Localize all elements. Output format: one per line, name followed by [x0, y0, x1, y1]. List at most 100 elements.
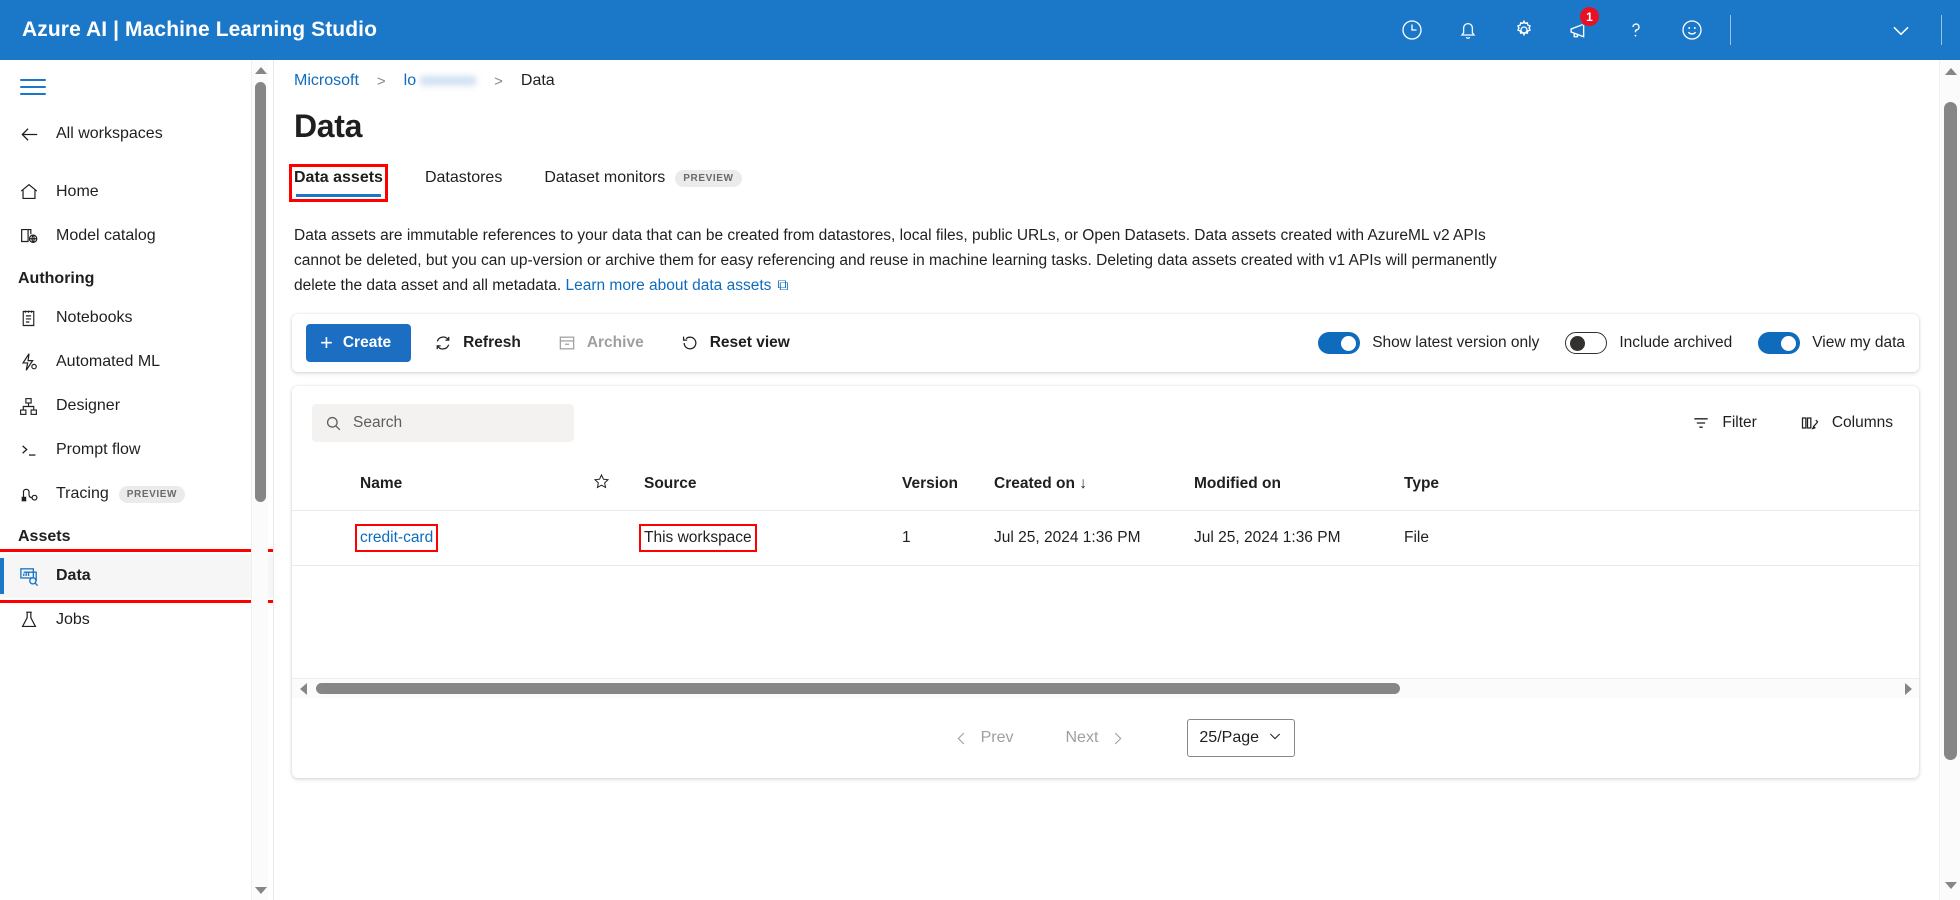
- scroll-right-icon[interactable]: [1897, 683, 1919, 695]
- app-brand-title: Azure AI | Machine Learning Studio: [22, 18, 377, 42]
- page-scroll-up-icon[interactable]: [1940, 60, 1960, 82]
- toggle-switch[interactable]: [1758, 332, 1800, 354]
- bell-icon[interactable]: [1440, 0, 1496, 60]
- horizontal-scroll-track[interactable]: [314, 679, 1897, 699]
- refresh-button[interactable]: Refresh: [419, 324, 535, 362]
- column-header-name[interactable]: Name: [292, 460, 592, 511]
- sidebar-item-label: Tracing: [56, 485, 109, 503]
- arrow-left-icon: [18, 123, 48, 146]
- sidebar-item-prompt-flow[interactable]: Prompt flow: [0, 428, 274, 472]
- sidebar-item-notebooks[interactable]: Notebooks: [0, 296, 274, 340]
- column-header-version[interactable]: Version: [902, 460, 994, 511]
- cell-created-on: Jul 25, 2024 1:36 PM: [994, 511, 1194, 566]
- cell-favorite[interactable]: [592, 511, 644, 566]
- sidebar-scroll-up-icon[interactable]: [252, 60, 269, 80]
- sidebar-item-label: Designer: [56, 397, 120, 415]
- page-size-select[interactable]: 25/Page: [1187, 719, 1295, 757]
- page-scroll-down-icon[interactable]: [1940, 874, 1960, 896]
- feedback-smiley-icon[interactable]: [1664, 0, 1720, 60]
- breadcrumb-workspace[interactable]: lo: [404, 72, 416, 90]
- horizontal-scrollbar-thumb[interactable]: [316, 683, 1400, 694]
- page-scrollbar[interactable]: [1939, 60, 1960, 900]
- data-asset-link-credit-card[interactable]: credit-card: [360, 529, 433, 547]
- sidebar-item-jobs[interactable]: Jobs: [0, 598, 274, 642]
- cell-version: 1: [902, 511, 994, 566]
- table-horizontal-scrollbar[interactable]: [292, 678, 1919, 698]
- search-input[interactable]: [353, 414, 543, 432]
- toggle-switch[interactable]: [1318, 332, 1360, 354]
- breadcrumb-root[interactable]: Microsoft: [294, 72, 359, 90]
- megaphone-icon[interactable]: 1: [1552, 0, 1608, 60]
- home-icon: [18, 181, 48, 203]
- search-box[interactable]: [312, 404, 574, 442]
- tab-datastores[interactable]: Datastores: [425, 169, 502, 197]
- sidebar-item-label: Notebooks: [56, 309, 133, 327]
- search-icon: [324, 414, 343, 433]
- cell-source: This workspace: [644, 511, 902, 566]
- filter-button-label: Filter: [1722, 414, 1756, 432]
- sidebar-item-home[interactable]: Home: [0, 170, 274, 214]
- sidebar-item-designer[interactable]: Designer: [0, 384, 274, 428]
- main-content: Microsoft > lo xxxxxxx > Data Data Data …: [274, 60, 1939, 900]
- star-icon[interactable]: [592, 478, 611, 495]
- gear-icon[interactable]: [1496, 0, 1552, 60]
- table-body: credit-card This workspace 1 Jul 25, 202…: [292, 511, 1919, 566]
- sidebar-item-tracing[interactable]: Tracing PREVIEW: [0, 472, 274, 516]
- column-header-source[interactable]: Source: [644, 460, 902, 511]
- tab-dataset-monitors[interactable]: Dataset monitors PREVIEW: [544, 169, 741, 197]
- column-header-favorite[interactable]: [592, 460, 644, 511]
- notification-badge: 1: [1579, 6, 1600, 27]
- data-assets-card: Filter Columns: [292, 386, 1919, 778]
- toggle-include-archived[interactable]: Include archived: [1565, 332, 1732, 354]
- column-header-modified-on[interactable]: Modified on: [1194, 460, 1404, 511]
- tab-label: Datastores: [425, 169, 502, 187]
- sidebar-scroll-down-icon[interactable]: [252, 880, 269, 900]
- scroll-left-icon[interactable]: [292, 683, 314, 695]
- table-header: Name Source Version Created on: [292, 460, 1919, 511]
- sidebar-scrollbar-thumb[interactable]: [255, 82, 266, 502]
- top-navigation-bar: Azure AI | Machine Learning Studio: [0, 0, 1960, 60]
- preview-badge: PREVIEW: [119, 486, 185, 503]
- sidebar-item-model-catalog[interactable]: Model catalog: [0, 214, 274, 258]
- columns-button[interactable]: Columns: [1795, 407, 1897, 439]
- sidebar-section-authoring: Authoring: [0, 258, 274, 296]
- sidebar-section-assets: Assets: [0, 516, 274, 554]
- prev-page-button[interactable]: Prev: [942, 729, 1014, 748]
- toggle-label: View my data: [1812, 334, 1905, 352]
- column-header-type[interactable]: Type: [1404, 460, 1919, 511]
- columns-icon: [1799, 413, 1821, 433]
- toggle-label: Show latest version only: [1372, 334, 1539, 352]
- help-icon[interactable]: [1608, 0, 1664, 60]
- tab-label: Data assets: [294, 169, 383, 187]
- table-row[interactable]: credit-card This workspace 1 Jul 25, 202…: [292, 511, 1919, 566]
- column-header-created-on[interactable]: Created on ↓: [994, 460, 1194, 511]
- data-assets-table: Name Source Version Created on: [292, 460, 1919, 566]
- toggle-switch[interactable]: [1565, 332, 1607, 354]
- toggle-view-my-data[interactable]: View my data: [1758, 332, 1905, 354]
- tab-data-assets[interactable]: Data assets: [294, 169, 383, 197]
- learn-more-link[interactable]: Learn more about data assets: [565, 277, 771, 294]
- sidebar-item-all-workspaces[interactable]: All workspaces: [0, 112, 274, 156]
- hamburger-menu-icon[interactable]: [0, 60, 274, 106]
- pagination-controls: Prev Next 25/Page: [292, 698, 1919, 778]
- breadcrumb-separator-icon: >: [377, 73, 386, 90]
- page-description: Data assets are immutable references to …: [274, 197, 1544, 298]
- sidebar-item-data[interactable]: Data: [0, 554, 274, 598]
- reset-view-button[interactable]: Reset view: [666, 324, 804, 362]
- clock-icon[interactable]: [1384, 0, 1440, 60]
- page-scrollbar-thumb[interactable]: [1944, 102, 1957, 760]
- cell-name: credit-card: [292, 511, 592, 566]
- sidebar-scrollbar[interactable]: [251, 60, 268, 900]
- description-text: Data assets are immutable references to …: [294, 227, 1497, 294]
- user-account-name[interactable]: [1741, 20, 1871, 40]
- filter-button[interactable]: Filter: [1687, 407, 1760, 439]
- next-page-button[interactable]: Next: [1066, 729, 1138, 748]
- sidebar-item-label: All workspaces: [56, 125, 163, 143]
- chevron-down-icon[interactable]: [1871, 0, 1931, 60]
- create-button[interactable]: + Create: [306, 324, 411, 362]
- toggle-show-latest-version-only[interactable]: Show latest version only: [1318, 332, 1539, 354]
- cell-type: File: [1404, 511, 1919, 566]
- toolbar-toggles: Show latest version only Include archive…: [1292, 332, 1905, 354]
- refresh-icon: [433, 333, 453, 353]
- sidebar-item-automated-ml[interactable]: Automated ML: [0, 340, 274, 384]
